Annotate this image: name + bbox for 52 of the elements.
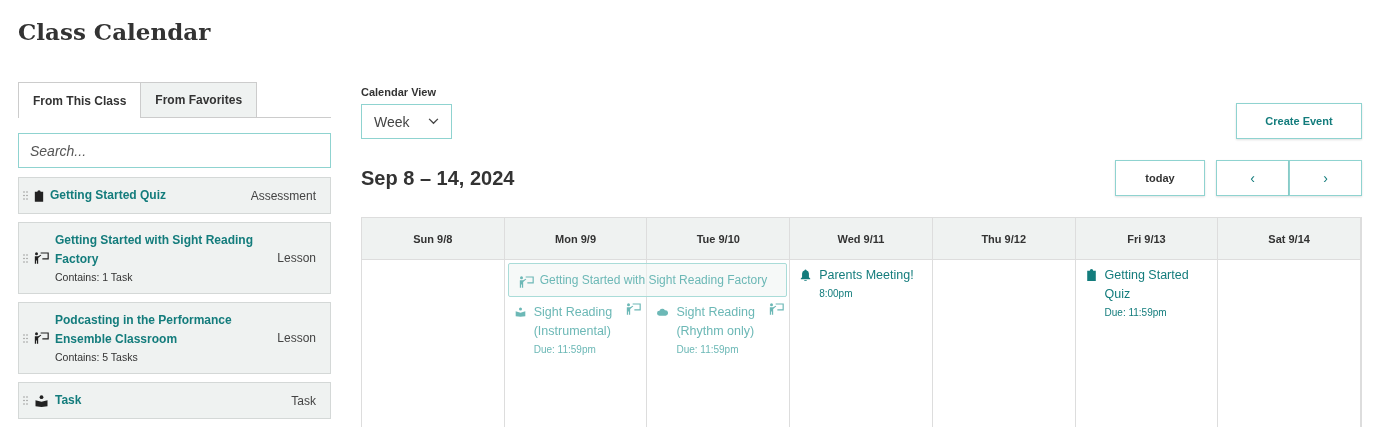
chevron-down-icon [428,118,439,125]
item-type: Lesson [277,331,316,345]
library-item[interactable]: Getting Started with Sight Reading Factory Contains: 1 Task Lesson [18,222,331,294]
day-header: Tue 9/10 [647,218,791,260]
library-item[interactable]: Getting Started Quiz Assessment [18,177,331,214]
event-time: Due: 11:59pm [676,343,740,357]
day-header: Sun 9/8 [362,218,505,260]
clipboard-icon [34,189,44,202]
item-title: Task [55,392,83,409]
clipboard-icon [1085,269,1097,281]
next-button[interactable]: › [1289,160,1362,196]
drag-handle-icon[interactable] [23,191,28,200]
tab[interactable]: From This Class [18,82,141,118]
bell-icon [800,269,812,281]
library-item[interactable]: Podcasting in the Performance Ensemble Classroom Contains: 5 Tasks Lesson [18,302,331,374]
today-button[interactable]: today [1115,160,1205,196]
date-range: Sep 8 – 14, 2024 [361,166,515,190]
cloud-icon [657,306,669,318]
item-title: Getting Started with Sight Reading Factory [55,232,254,268]
event-title[interactable]: Parents Meeting! [819,266,927,285]
day-header: Wed 9/11 [790,218,933,260]
event-time: 8:00pm [819,287,854,301]
page-title: Class Calendar [18,17,212,47]
drag-handle-icon[interactable] [23,333,28,343]
day-header: Mon 9/9 [504,218,648,260]
library-item[interactable]: Task Task [18,382,331,419]
event-time: Due: 11:59pm [1104,306,1168,320]
reader-icon [34,394,49,407]
presenter-icon [518,275,534,288]
view-select[interactable]: Week [361,104,452,139]
item-contents: Contains: 5 Tasks [55,350,139,365]
event-title[interactable]: Getting Started Quiz [1104,266,1213,304]
item-contents: Contains: 1 Task [55,270,134,285]
tab[interactable]: From Favorites [140,82,258,117]
drag-handle-icon[interactable] [23,253,28,263]
day-header: Thu 9/12 [932,218,1076,260]
reader-icon [514,306,526,318]
item-type: Lesson [277,251,316,265]
presenter-icon [34,252,49,264]
field-label: Calendar View [361,86,437,98]
event-time: Due: 11:59pm [533,343,597,357]
presenter-icon [34,332,49,344]
item-title: Podcasting in the Performance Ensemble Classroom [55,312,233,348]
item-title: Getting Started Quiz [50,187,167,204]
previous-button[interactable]: ‹ [1216,160,1289,196]
day-header: Sat 9/14 [1218,218,1361,260]
search-field[interactable]: Search... [18,133,331,168]
item-type: Assessment [250,188,316,203]
drag-handle-icon[interactable] [23,396,28,405]
day-header: Fri 9/13 [1075,218,1219,260]
create-event-button[interactable]: Create Event [1236,103,1362,139]
item-type: Task [291,393,316,408]
